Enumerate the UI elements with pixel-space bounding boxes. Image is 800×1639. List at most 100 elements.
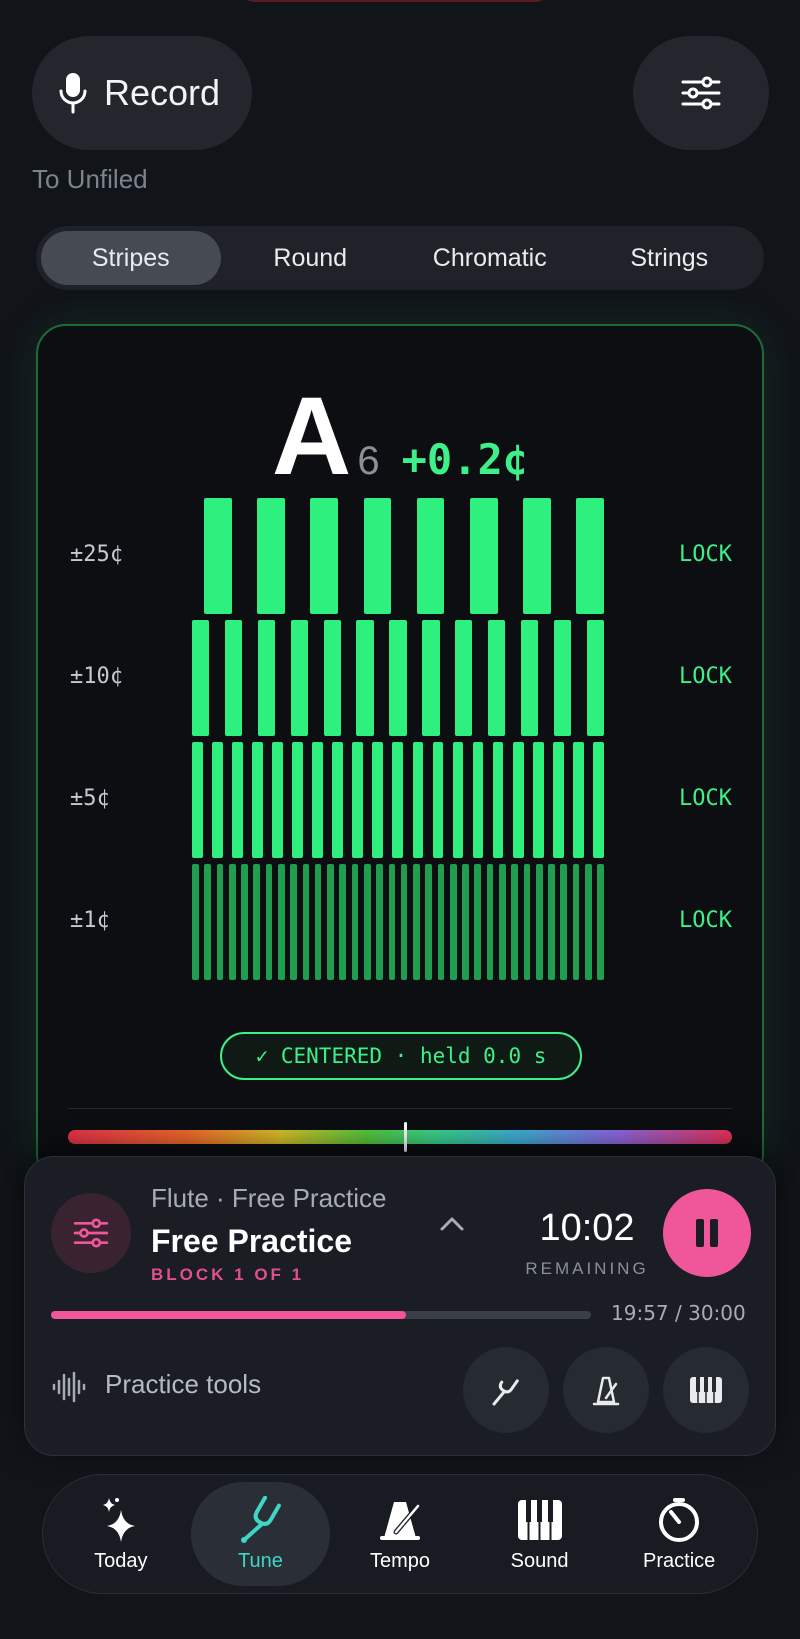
stripe: [310, 498, 338, 614]
stripe: [470, 498, 498, 614]
remaining-label: REMAINING: [525, 1259, 649, 1278]
stripe: [535, 864, 543, 980]
stripe: [487, 620, 506, 736]
microphone-icon: [59, 73, 87, 114]
stripe: [228, 864, 236, 980]
view-mode-selector: Stripes Round Chromatic Strings: [36, 226, 764, 290]
row-label-1: ±1¢: [70, 908, 110, 933]
record-button[interactable]: Record: [32, 36, 252, 150]
pitch-marker: [404, 1122, 407, 1152]
settings-button[interactable]: [633, 36, 769, 150]
stripe: [216, 864, 224, 980]
tab-strings[interactable]: Strings: [580, 231, 760, 285]
tab-round[interactable]: Round: [221, 231, 401, 285]
note-readout: A 6 +0.2¢: [38, 382, 762, 492]
stripe: [548, 864, 555, 980]
stripe: [376, 864, 383, 980]
stripe: [560, 864, 568, 980]
lock-status-5: LOCK: [679, 786, 732, 811]
stripe: [192, 864, 199, 980]
stripe-row-5: [192, 742, 604, 858]
timer-icon: [659, 1497, 700, 1542]
session-progress-fill: [51, 1311, 407, 1319]
tuning-fork-icon: [241, 1495, 282, 1543]
tab-sound-label: Sound: [510, 1549, 569, 1572]
stripe: [352, 742, 364, 858]
tab-tune[interactable]: Tune: [190, 1482, 331, 1586]
tab-chromatic[interactable]: Chromatic: [400, 231, 580, 285]
stripe: [253, 864, 261, 980]
bottom-tab-bar: Today Tune Tempo Sound Practice: [42, 1474, 758, 1594]
stripe: [204, 864, 211, 980]
top-indicator: [240, 0, 550, 2]
session-block: BLOCK 1 OF 1: [151, 1265, 305, 1284]
stripe: [586, 620, 604, 736]
session-title: Free Practice: [151, 1223, 353, 1259]
stripe: [592, 742, 604, 858]
stripe: [277, 864, 285, 980]
stripe: [392, 742, 404, 858]
session-instrument: Flute · Free Practice: [151, 1183, 387, 1213]
stripe: [416, 498, 445, 614]
stripe: [472, 742, 484, 858]
sparkle-icon: [102, 1497, 135, 1542]
tuner-panel: A 6 +0.2¢ ±25¢ LOCK ±10¢ LOCK ±5¢ LOCK ±…: [36, 324, 764, 1184]
tool-tuner-button[interactable]: [463, 1347, 549, 1433]
stripe: [292, 742, 304, 858]
pause-icon: [696, 1219, 718, 1247]
record-destination[interactable]: To Unfiled: [32, 164, 148, 195]
time-remaining: 10:02: [539, 1207, 635, 1249]
stripe-row-25: [204, 498, 604, 614]
stripe: [356, 620, 374, 736]
stripe: [432, 742, 444, 858]
stripe: [552, 742, 564, 858]
stripe-row-10: [192, 620, 604, 736]
tab-practice[interactable]: Practice: [609, 1482, 749, 1586]
tab-sound[interactable]: Sound: [470, 1482, 610, 1586]
stripe: [576, 498, 604, 614]
piano-icon: [517, 1499, 562, 1540]
row-label-5: ±5¢: [70, 786, 110, 811]
stripe: [597, 864, 604, 980]
stripe: [363, 864, 371, 980]
session-settings-button[interactable]: [51, 1193, 131, 1273]
stripe: [363, 498, 392, 614]
tab-today[interactable]: Today: [51, 1482, 191, 1586]
tool-metronome-button[interactable]: [563, 1347, 649, 1433]
stripe: [520, 620, 539, 736]
divider: [68, 1108, 732, 1109]
stripe: [523, 864, 531, 980]
stripe: [512, 742, 524, 858]
cents-offset: +0.2¢: [401, 435, 529, 484]
stripe: [212, 742, 223, 858]
stripe: [204, 498, 232, 614]
stripe: [314, 864, 322, 980]
stripe: [351, 864, 359, 980]
stripe: [553, 620, 572, 736]
waveform-icon: [52, 1371, 86, 1403]
practice-session-card[interactable]: Flute · Free Practice Free Practice BLOC…: [24, 1156, 776, 1456]
stripe: [327, 864, 334, 980]
stripe: [290, 864, 297, 980]
tuning-fork-icon: [492, 1379, 519, 1406]
chevron-up-icon[interactable]: [437, 1209, 467, 1239]
stripe: [452, 742, 464, 858]
stripe: [290, 620, 309, 736]
stripe: [332, 742, 344, 858]
stripe: [422, 620, 440, 736]
tab-tempo[interactable]: Tempo: [330, 1482, 470, 1586]
pause-button[interactable]: [663, 1189, 751, 1277]
tab-tune-label: Tune: [237, 1549, 283, 1572]
stripe-row-1: [192, 864, 604, 980]
stripe: [449, 864, 457, 980]
stripe: [257, 498, 285, 614]
tab-stripes[interactable]: Stripes: [41, 231, 221, 285]
tool-piano-button[interactable]: [663, 1347, 749, 1433]
stripe: [339, 864, 347, 980]
stripe: [272, 742, 283, 858]
stripe: [413, 864, 420, 980]
lock-status-1: LOCK: [679, 908, 732, 933]
stripe: [486, 864, 494, 980]
session-progress-bar: [51, 1311, 591, 1319]
centered-status-badge: ✓ CENTERED · held 0.0 s: [220, 1032, 582, 1080]
